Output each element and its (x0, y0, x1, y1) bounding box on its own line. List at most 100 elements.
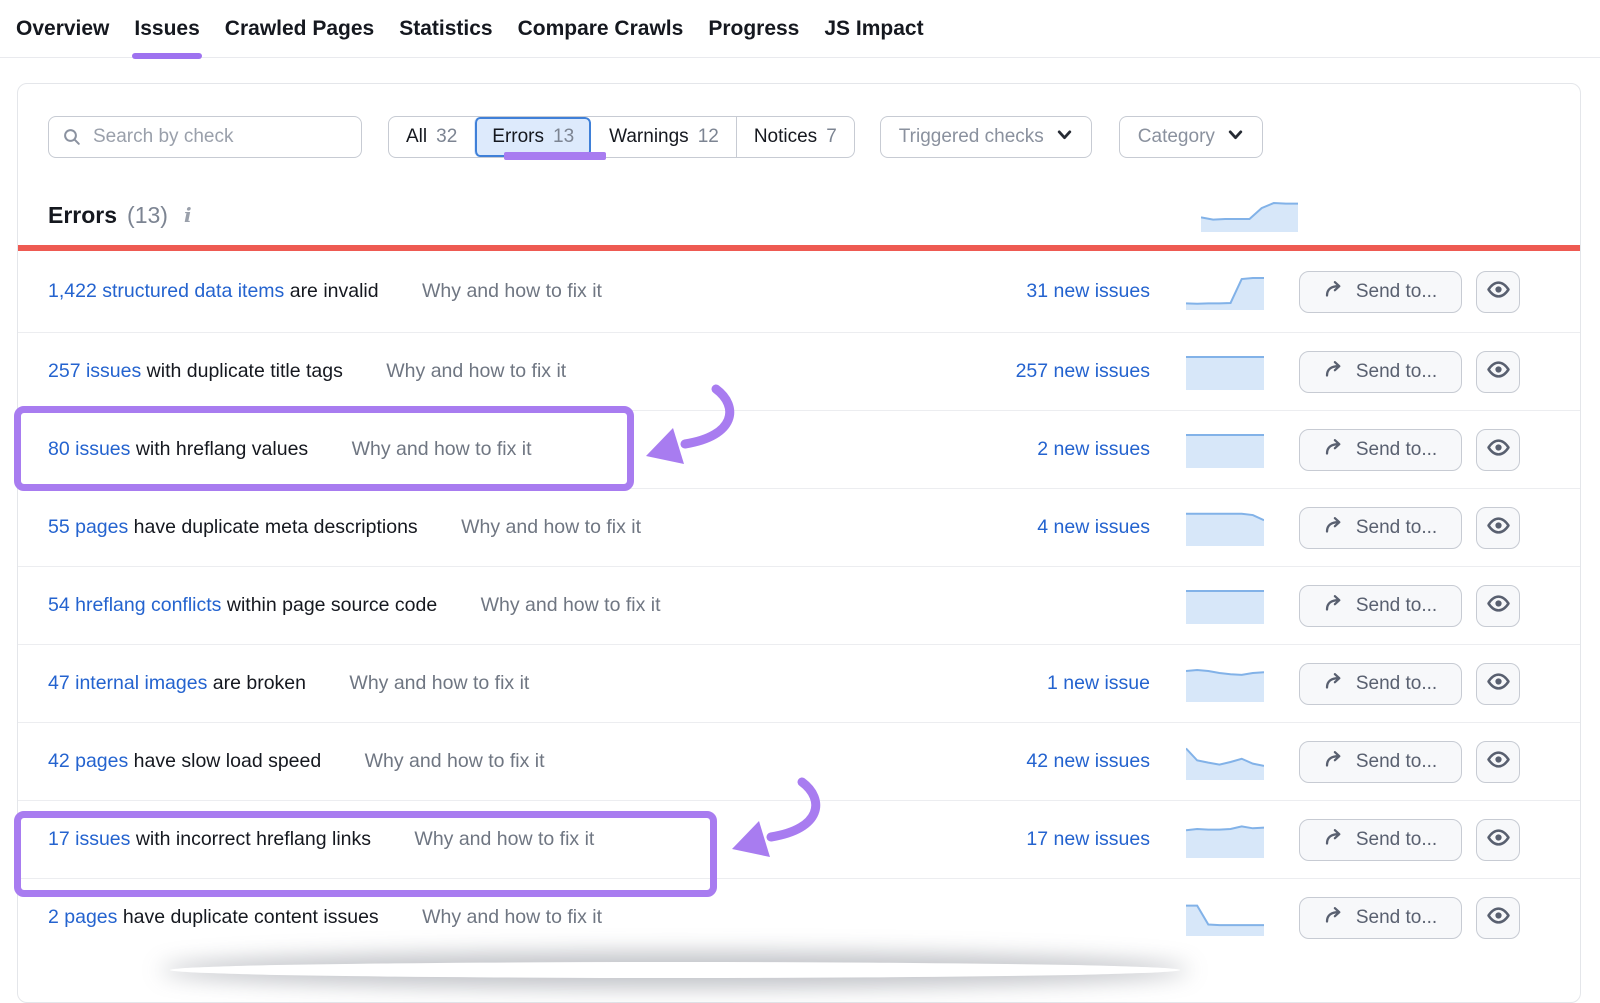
new-issues-link[interactable]: 4 new issues (940, 516, 1150, 539)
active-tab-indicator (132, 53, 201, 59)
tab-compare-crawls[interactable]: Compare Crawls (518, 0, 684, 57)
filter-errors[interactable]: Errors 13 (474, 117, 591, 157)
category-dropdown[interactable]: Category (1119, 116, 1263, 158)
issue-trend-sparkline (1186, 432, 1264, 468)
new-issues-link[interactable]: 42 new issues (940, 750, 1150, 773)
send-arrow-icon (1324, 749, 1346, 775)
new-issues-link[interactable]: 31 new issues (940, 280, 1150, 303)
issue-trend-sparkline (1186, 274, 1264, 310)
tab-crawled-pages[interactable]: Crawled Pages (225, 0, 374, 57)
why-how-to-fix-link[interactable]: Why and how to fix it (349, 672, 529, 695)
tab-overview[interactable]: Overview (16, 0, 109, 57)
send-to-button[interactable]: Send to... (1299, 271, 1462, 313)
section-count: (13) (127, 202, 168, 229)
tab-progress[interactable]: Progress (708, 0, 799, 57)
send-arrow-icon (1324, 515, 1346, 541)
triggered-checks-dropdown[interactable]: Triggered checks (880, 116, 1092, 158)
send-to-button[interactable]: Send to... (1299, 585, 1462, 627)
issue-trend-sparkline (1186, 744, 1264, 780)
severity-filter-group: All 32 Errors 13 Warnings 12 Notices 7 (388, 116, 855, 158)
new-issues-link[interactable]: 17 new issues (940, 828, 1150, 851)
hide-issue-button[interactable] (1476, 271, 1520, 313)
top-navigation: Overview Issues Crawled Pages Statistics… (0, 0, 1600, 58)
tab-statistics[interactable]: Statistics (399, 0, 492, 57)
eye-icon (1486, 513, 1511, 543)
issue-link[interactable]: 2 pages (48, 906, 117, 928)
issue-description: 2 pages have duplicate content issues Wh… (48, 906, 940, 929)
new-issues-link[interactable]: 257 new issues (940, 360, 1150, 383)
issues-panel: All 32 Errors 13 Warnings 12 Notices 7 T… (17, 83, 1581, 1003)
hide-issue-button[interactable] (1476, 585, 1520, 627)
issue-link[interactable]: 47 internal images (48, 672, 207, 694)
issue-trend-sparkline (1186, 900, 1264, 936)
why-how-to-fix-link[interactable]: Why and how to fix it (461, 516, 641, 539)
issue-row: 257 issues with duplicate title tags Why… (18, 332, 1580, 410)
why-how-to-fix-link[interactable]: Why and how to fix it (365, 750, 545, 773)
send-arrow-icon (1324, 359, 1346, 385)
tab-issues[interactable]: Issues (134, 0, 199, 57)
issue-rest-text: with hreflang values (136, 438, 308, 460)
tab-js-impact[interactable]: JS Impact (824, 0, 923, 57)
issue-trend-sparkline (1186, 510, 1264, 546)
issue-trend-sparkline (1186, 822, 1264, 858)
send-to-button[interactable]: Send to... (1299, 741, 1462, 783)
issue-row: 1,422 structured data items are invalid … (18, 251, 1580, 332)
issue-link[interactable]: 17 issues (48, 828, 130, 850)
eye-icon (1486, 825, 1511, 855)
issue-description: 47 internal images are broken Why and ho… (48, 672, 940, 695)
issue-row: 42 pages have slow load speed Why and ho… (18, 722, 1580, 800)
issue-link[interactable]: 257 issues (48, 360, 141, 382)
send-to-button[interactable]: Send to... (1299, 507, 1462, 549)
why-how-to-fix-link[interactable]: Why and how to fix it (422, 280, 602, 303)
send-to-button[interactable]: Send to... (1299, 663, 1462, 705)
filter-all[interactable]: All 32 (389, 117, 474, 157)
hide-issue-button[interactable] (1476, 897, 1520, 939)
hide-issue-button[interactable] (1476, 741, 1520, 783)
section-title: Errors (48, 202, 117, 229)
why-how-to-fix-link[interactable]: Why and how to fix it (386, 360, 566, 383)
issue-rest-text: are invalid (290, 280, 379, 302)
issue-description: 54 hreflang conflicts within page source… (48, 594, 940, 617)
issue-link[interactable]: 55 pages (48, 516, 128, 538)
eye-icon (1486, 591, 1511, 621)
issue-link[interactable]: 54 hreflang conflicts (48, 594, 221, 616)
send-to-button[interactable]: Send to... (1299, 819, 1462, 861)
hide-issue-button[interactable] (1476, 429, 1520, 471)
errors-trend-sparkline (1201, 199, 1298, 232)
search-icon (62, 127, 82, 152)
filter-notices-count: 7 (826, 126, 837, 148)
send-to-button[interactable]: Send to... (1299, 897, 1462, 939)
why-how-to-fix-link[interactable]: Why and how to fix it (422, 906, 602, 929)
issue-rest-text: with incorrect hreflang links (136, 828, 371, 850)
send-to-button[interactable]: Send to... (1299, 351, 1462, 393)
issues-list: 1,422 structured data items are invalid … (18, 251, 1580, 956)
send-to-button[interactable]: Send to... (1299, 429, 1462, 471)
why-how-to-fix-link[interactable]: Why and how to fix it (352, 438, 532, 461)
why-how-to-fix-link[interactable]: Why and how to fix it (481, 594, 661, 617)
search-input[interactable] (48, 116, 362, 158)
why-how-to-fix-link[interactable]: Why and how to fix it (414, 828, 594, 851)
eye-icon (1486, 357, 1511, 387)
issue-link[interactable]: 1,422 structured data items (48, 280, 284, 302)
new-issues-link[interactable]: 2 new issues (940, 438, 1150, 461)
issue-trend-sparkline (1186, 588, 1264, 624)
issue-rest-text: have duplicate meta descriptions (134, 516, 418, 538)
info-icon[interactable]: i (184, 203, 192, 227)
hide-issue-button[interactable] (1476, 663, 1520, 705)
issue-link[interactable]: 42 pages (48, 750, 128, 772)
send-arrow-icon (1324, 905, 1346, 931)
filter-notices[interactable]: Notices 7 (736, 117, 854, 157)
eye-icon (1486, 903, 1511, 933)
hide-issue-button[interactable] (1476, 507, 1520, 549)
filter-warnings[interactable]: Warnings 12 (591, 117, 736, 157)
new-issues-link[interactable]: 1 new issue (940, 672, 1150, 695)
issue-description: 42 pages have slow load speed Why and ho… (48, 750, 940, 773)
issue-description: 80 issues with hreflang values Why and h… (48, 438, 940, 461)
issue-link[interactable]: 80 issues (48, 438, 130, 460)
hide-issue-button[interactable] (1476, 351, 1520, 393)
hide-issue-button[interactable] (1476, 819, 1520, 861)
search-box (48, 116, 362, 158)
send-arrow-icon (1324, 437, 1346, 463)
issue-trend-sparkline (1186, 666, 1264, 702)
chevron-down-icon (1056, 126, 1073, 149)
